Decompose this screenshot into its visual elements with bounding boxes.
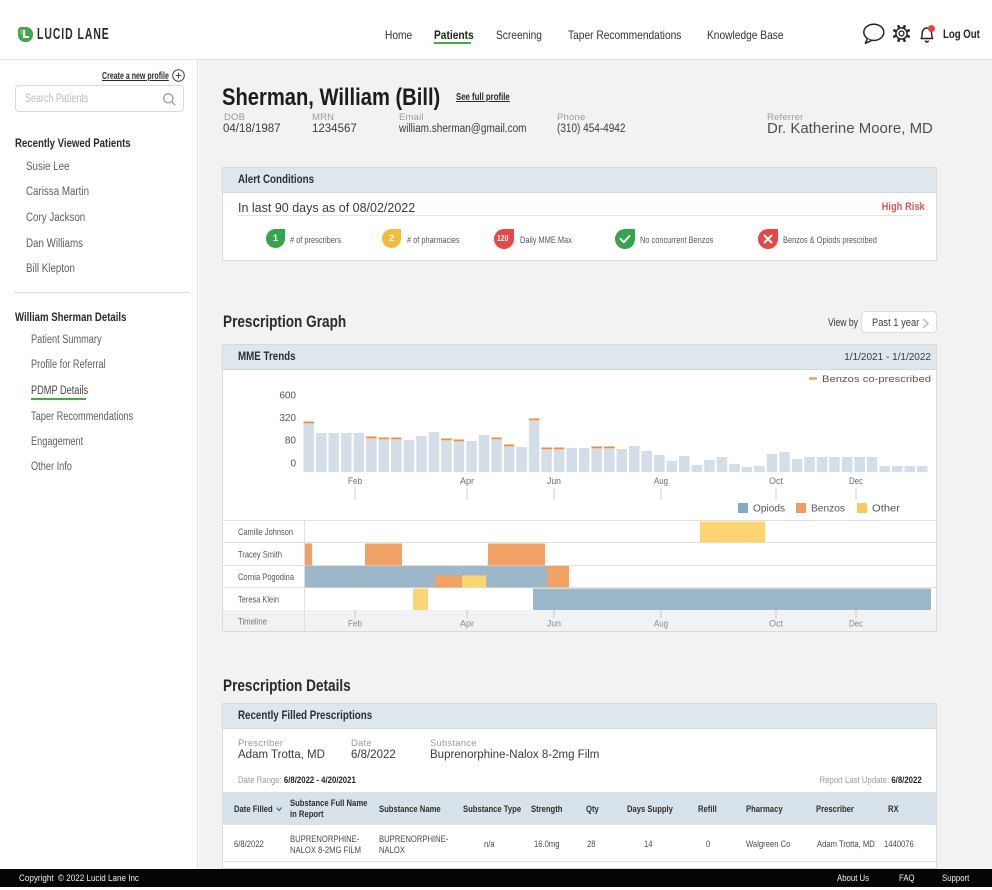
svg-text:Dec: Dec xyxy=(849,476,863,487)
svg-text:Oct: Oct xyxy=(769,476,783,487)
svg-text:Cornia Pogodina: Cornia Pogodina xyxy=(238,572,295,583)
svg-text:Tracey Smith: Tracey Smith xyxy=(238,550,282,561)
svg-text:0: 0 xyxy=(290,459,296,470)
svg-text:80: 80 xyxy=(285,436,297,447)
svg-text:Aug: Aug xyxy=(654,619,668,630)
svg-text:Timeline: Timeline xyxy=(238,617,267,628)
svg-text:Opiods: Opiods xyxy=(753,504,785,515)
svg-text:Jun: Jun xyxy=(547,476,561,487)
svg-text:Feb: Feb xyxy=(348,476,362,487)
svg-text:320: 320 xyxy=(279,413,296,424)
svg-text:Feb: Feb xyxy=(348,619,362,630)
svg-text:Apr: Apr xyxy=(460,619,474,630)
svg-text:600: 600 xyxy=(279,391,296,402)
svg-text:Dec: Dec xyxy=(849,619,863,630)
svg-text:Teresa Klein: Teresa Klein xyxy=(238,595,279,606)
svg-text:Oct: Oct xyxy=(769,619,783,630)
svg-text:Benzos co-prescribed: Benzos co-prescribed xyxy=(822,374,931,385)
svg-text:Camille Johnson: Camille Johnson xyxy=(238,527,293,538)
svg-text:Jun: Jun xyxy=(547,619,561,630)
svg-text:Other: Other xyxy=(872,504,901,515)
svg-text:Benzos: Benzos xyxy=(811,504,845,515)
svg-text:Apr: Apr xyxy=(460,476,474,487)
svg-text:Aug: Aug xyxy=(654,476,668,487)
